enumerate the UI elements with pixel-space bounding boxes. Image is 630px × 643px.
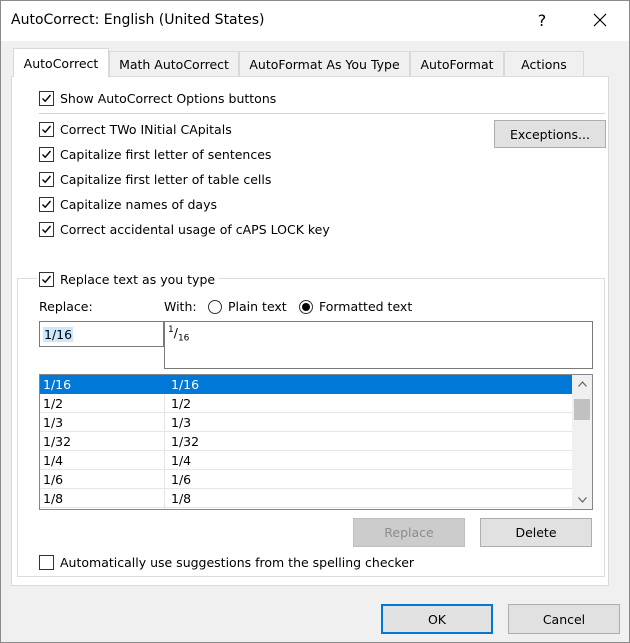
- plain-text-label: Plain text: [228, 299, 287, 314]
- entry-with: 1/16: [171, 377, 200, 392]
- correct-two-initial-label: Correct TWo INitial CApitals: [60, 122, 232, 137]
- checkmark-icon: [42, 225, 52, 234]
- list-item[interactable]: 1/2 1/2: [40, 394, 572, 413]
- list-item[interactable]: 1/8 1/8: [40, 489, 572, 508]
- entry-replace: 1/16: [43, 377, 72, 392]
- with-label: With:: [164, 299, 197, 314]
- checkbox-box: [39, 172, 54, 187]
- capitalize-days-label: Capitalize names of days: [60, 197, 217, 212]
- replace-input-value: 1/16: [43, 327, 74, 342]
- list-scrollbar[interactable]: [572, 375, 592, 509]
- list-item[interactable]: 1/16 1/16: [40, 375, 572, 394]
- entry-with: 1/4: [171, 453, 192, 468]
- delete-button[interactable]: Delete: [480, 518, 592, 547]
- list-item[interactable]: 1/3 1/3: [40, 413, 572, 432]
- list-item[interactable]: 1/6 1/6: [40, 470, 572, 489]
- checkmark-icon: [42, 94, 52, 103]
- formatted-text-label: Formatted text: [319, 299, 413, 314]
- replace-button[interactable]: Replace: [353, 518, 465, 547]
- options-separator: [39, 113, 605, 114]
- radio-circle-selected: [299, 299, 313, 314]
- replace-label: Replace:: [39, 299, 93, 314]
- checkmark-icon: [42, 200, 52, 209]
- checkmark-icon: [42, 150, 52, 159]
- show-options-buttons-label: Show AutoCorrect Options buttons: [60, 91, 277, 106]
- correct-two-initial-checkbox[interactable]: Correct TWo INitial CApitals: [39, 122, 232, 137]
- with-input[interactable]: 1/16: [164, 321, 593, 369]
- capitalize-sentences-label: Capitalize first letter of sentences: [60, 147, 272, 162]
- entry-with: 1/8: [171, 491, 192, 506]
- list-item[interactable]: 1/32 1/32: [40, 432, 572, 451]
- scroll-up-button[interactable]: [572, 375, 592, 393]
- with-input-value: 1/16: [168, 325, 190, 344]
- replace-as-you-type-label: Replace text as you type: [60, 272, 216, 287]
- chevron-up-icon: [577, 381, 587, 387]
- checkmark-icon: [42, 275, 52, 284]
- capitalize-days-checkbox[interactable]: Capitalize names of days: [39, 197, 217, 212]
- checkmark-icon: [42, 175, 52, 184]
- show-options-buttons-checkbox[interactable]: Show AutoCorrect Options buttons: [39, 91, 276, 106]
- entry-replace: 1/8: [43, 491, 64, 506]
- entry-with: 1/3: [171, 415, 192, 430]
- chevron-down-icon: [577, 497, 587, 503]
- capitalize-table-cells-label: Capitalize first letter of table cells: [60, 172, 272, 187]
- scroll-down-button[interactable]: [572, 491, 592, 509]
- checkbox-box: [39, 222, 54, 237]
- radio-circle: [208, 299, 222, 314]
- spelling-suggestions-label: Automatically use suggestions from the s…: [60, 555, 415, 570]
- autocorrect-entries-list[interactable]: 1/16 1/16 1/2 1/2 1/3 1/3 1/32 1/32 1/4: [39, 374, 593, 510]
- correct-caps-lock-checkbox[interactable]: Correct accidental usage of cAPS LOCK ke…: [39, 222, 330, 237]
- entry-replace: 1/4: [43, 453, 64, 468]
- correct-caps-lock-label: Correct accidental usage of cAPS LOCK ke…: [60, 222, 330, 237]
- capitalize-table-cells-checkbox[interactable]: Capitalize first letter of table cells: [39, 172, 271, 187]
- entry-replace: 1/3: [43, 415, 64, 430]
- checkbox-box: [39, 147, 54, 162]
- capitalize-sentences-checkbox[interactable]: Capitalize first letter of sentences: [39, 147, 271, 162]
- entry-with: 1/2: [171, 396, 192, 411]
- entry-replace: 1/32: [43, 434, 72, 449]
- plain-text-radio[interactable]: Plain text: [208, 299, 287, 314]
- replace-input[interactable]: 1/16: [39, 321, 164, 347]
- checkbox-box: [39, 272, 54, 287]
- entry-with: 1/6: [171, 472, 192, 487]
- checkbox-box: [39, 197, 54, 212]
- scroll-thumb[interactable]: [574, 399, 590, 420]
- entry-with: 1/32: [171, 434, 200, 449]
- spelling-suggestions-checkbox[interactable]: Automatically use suggestions from the s…: [39, 555, 414, 570]
- checkbox-box: [39, 91, 54, 106]
- autocorrect-dialog: AutoCorrect: English (United States) ? A…: [0, 0, 630, 643]
- entry-replace: 1/6: [43, 472, 64, 487]
- formatted-text-radio[interactable]: Formatted text: [299, 299, 412, 314]
- exceptions-button[interactable]: Exceptions...: [494, 120, 606, 148]
- checkbox-box: [39, 122, 54, 137]
- checkbox-box: [39, 555, 54, 570]
- replace-as-you-type-checkbox[interactable]: Replace text as you type: [37, 272, 220, 287]
- entry-replace: 1/2: [43, 396, 64, 411]
- checkmark-icon: [42, 125, 52, 134]
- list-item[interactable]: 1/4 1/4: [40, 451, 572, 470]
